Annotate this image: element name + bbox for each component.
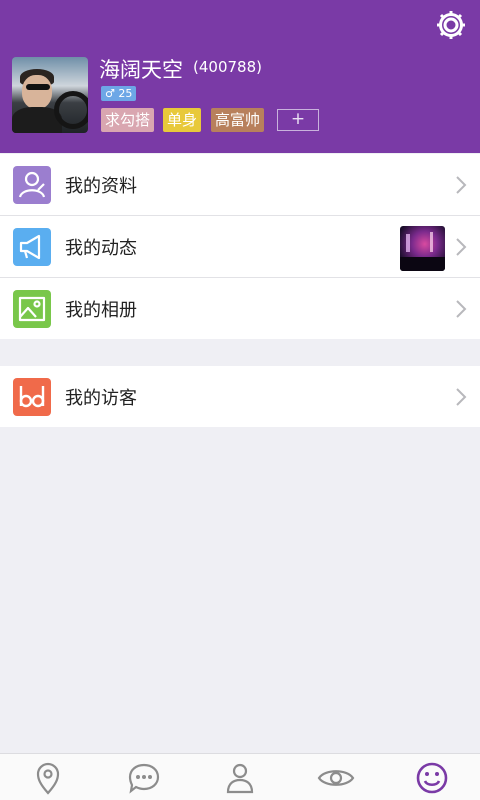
- menu-label: 我的资料: [65, 176, 137, 197]
- profile-header: 海阔天空 (400788) ♂ 25 求勾搭 单身 高富帅 +: [0, 0, 480, 153]
- add-tag-button[interactable]: +: [277, 109, 319, 131]
- visitor-icon: [13, 378, 51, 416]
- gender-age-badge: ♂ 25: [101, 86, 137, 101]
- menu-label: 我的相册: [65, 300, 137, 321]
- menu-item-my-album[interactable]: 我的相册: [0, 278, 480, 339]
- tag-single[interactable]: 单身: [163, 108, 202, 132]
- chevron-right-icon: [456, 388, 467, 406]
- tag-rich-handsome[interactable]: 高富帅: [211, 108, 265, 132]
- tag-seeking[interactable]: 求勾搭: [101, 108, 155, 132]
- avatar-glasses: [26, 84, 50, 90]
- crowd-silhouette: [400, 257, 445, 271]
- stage-light: [406, 234, 410, 252]
- bottom-tab-bar: [0, 753, 480, 800]
- chevron-right-icon: [456, 300, 467, 318]
- user-id: (400788): [193, 58, 262, 76]
- stage-light: [430, 232, 433, 252]
- user-name: 海阔天空: [99, 58, 183, 82]
- menu-label: 我的动态: [65, 238, 137, 259]
- chevron-right-icon: [456, 238, 467, 256]
- settings-gear-icon[interactable]: [434, 8, 468, 42]
- location-icon[interactable]: [28, 760, 68, 796]
- discover-icon[interactable]: [316, 760, 356, 796]
- megaphone-icon: [13, 228, 51, 266]
- menu-item-my-visitors[interactable]: 我的访客: [0, 366, 480, 427]
- contacts-icon[interactable]: [220, 760, 260, 796]
- photo-icon: [13, 290, 51, 328]
- menu-item-my-profile[interactable]: 我的资料: [0, 154, 480, 215]
- avatar-steering-wheel: [54, 91, 88, 129]
- avatar[interactable]: [12, 57, 88, 133]
- me-icon[interactable]: [412, 760, 452, 796]
- latest-moment-thumbnail[interactable]: [400, 226, 445, 271]
- profile-icon: [13, 166, 51, 204]
- chevron-right-icon: [456, 176, 467, 194]
- menu-label: 我的访客: [65, 388, 137, 409]
- avatar-face: [22, 75, 52, 109]
- chat-icon[interactable]: [124, 760, 164, 796]
